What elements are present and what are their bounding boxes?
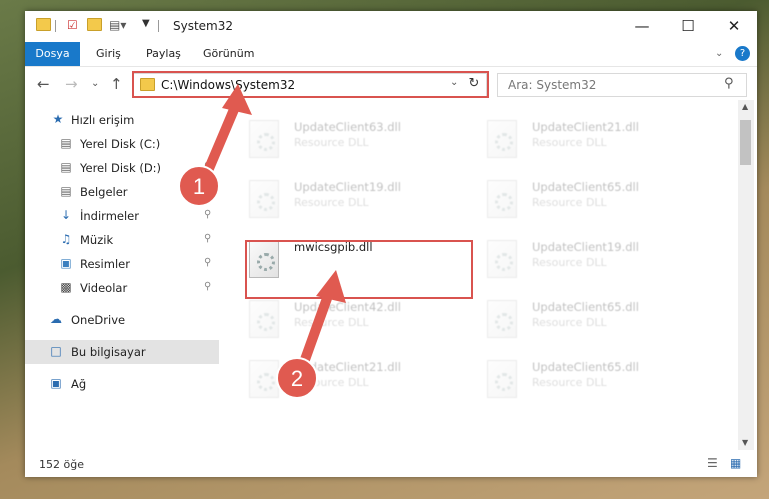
arrow-1 <box>200 95 243 183</box>
step-1-label: 1 <box>193 174 205 199</box>
arrow-2 <box>297 285 335 373</box>
step-2-label: 2 <box>291 366 303 391</box>
arrow-1-head <box>222 84 252 115</box>
arrow-2-head <box>316 270 346 303</box>
annotation-overlay: 1 2 <box>178 84 346 399</box>
